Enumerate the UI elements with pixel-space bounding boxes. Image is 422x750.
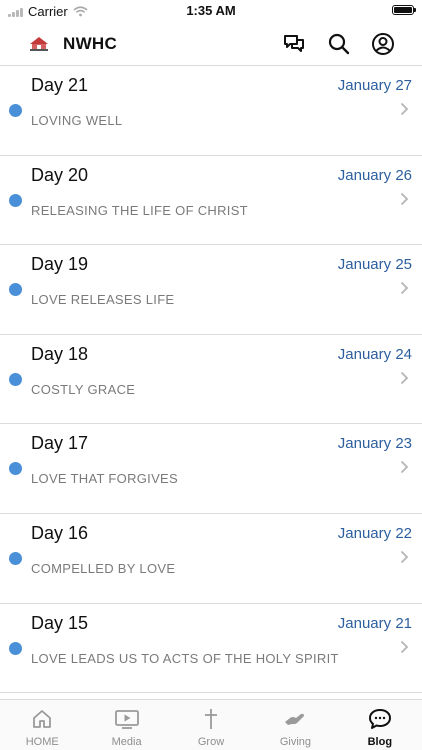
tab-bar: HOME Media Grow Giving Blog bbox=[0, 699, 422, 750]
unread-dot bbox=[9, 551, 22, 565]
day-subtitle: COMPELLED BY LOVE bbox=[31, 560, 176, 576]
day-title: Day 16 bbox=[31, 522, 89, 543]
messages-icon[interactable] bbox=[282, 32, 306, 56]
app-title: NWHC bbox=[63, 34, 118, 53]
battery-icon bbox=[392, 5, 416, 15]
tab-label: Giving bbox=[279, 736, 312, 748]
unread-dot bbox=[9, 104, 22, 117]
tab-giving[interactable]: Giving bbox=[253, 700, 337, 750]
chevron-right-icon bbox=[400, 102, 409, 116]
day-title: Day 21 bbox=[31, 75, 89, 95]
day-date: January 21 bbox=[337, 614, 412, 632]
chevron-right-icon bbox=[400, 192, 409, 205]
day-subtitle: LOVE LEADS US TO ACTS OF THE HOLY SPIRIT bbox=[31, 650, 339, 666]
church-logo-icon bbox=[30, 37, 48, 51]
tab-grow[interactable]: Grow bbox=[169, 700, 253, 750]
list-item[interactable]: Day 18 January 24 COSTLY GRACE bbox=[0, 335, 422, 425]
media-icon bbox=[114, 710, 139, 729]
day-subtitle: RELEASING THE LIFE OF CHRIST bbox=[31, 202, 248, 218]
day-title: Day 17 bbox=[31, 433, 89, 454]
tab-label: HOME bbox=[25, 736, 59, 748]
chevron-right-icon bbox=[400, 461, 409, 474]
profile-icon[interactable] bbox=[371, 32, 395, 56]
chevron-right-icon bbox=[400, 371, 409, 384]
tab-label: Grow bbox=[197, 736, 225, 748]
unread-dot bbox=[9, 462, 22, 476]
cross-icon bbox=[205, 709, 218, 729]
day-title: Day 20 bbox=[31, 164, 89, 185]
day-date: January 23 bbox=[337, 435, 412, 453]
day-title: Day 15 bbox=[31, 612, 89, 633]
day-date: January 27 bbox=[337, 77, 412, 94]
day-date: January 26 bbox=[337, 166, 412, 184]
day-title: Day 19 bbox=[31, 254, 89, 275]
day-subtitle: LOVING WELL bbox=[31, 113, 123, 128]
status-time: 1:35 AM bbox=[186, 3, 236, 18]
unread-dot bbox=[9, 372, 22, 386]
tab-blog[interactable]: Blog bbox=[338, 700, 422, 750]
tab-media[interactable]: Media bbox=[84, 700, 168, 750]
search-icon[interactable] bbox=[327, 32, 351, 56]
tab-label: Media bbox=[111, 736, 142, 748]
blog-list: Day 21 January 27 LOVING WELL Day 20 Jan… bbox=[0, 66, 422, 699]
unread-dot bbox=[9, 641, 22, 655]
list-item[interactable]: Day 21 January 27 LOVING WELL bbox=[0, 66, 422, 156]
tab-home[interactable]: HOME bbox=[0, 700, 84, 750]
status-bar: Carrier 1:35 AM bbox=[0, 0, 422, 22]
day-title: Day 18 bbox=[31, 343, 89, 364]
chevron-right-icon bbox=[400, 282, 409, 295]
day-date: January 24 bbox=[337, 345, 412, 363]
day-subtitle: LOVE THAT FORGIVES bbox=[31, 471, 178, 487]
home-icon bbox=[33, 710, 52, 728]
day-date: January 25 bbox=[337, 256, 412, 274]
unread-dot bbox=[9, 193, 22, 207]
day-subtitle: COSTLY GRACE bbox=[31, 381, 136, 397]
giving-hand-icon bbox=[285, 713, 305, 725]
unread-dot bbox=[9, 283, 22, 297]
chat-bubble-icon bbox=[368, 709, 391, 729]
tab-label: Blog bbox=[367, 736, 393, 748]
list-item[interactable]: Day 17 January 23 LOVE THAT FORGIVES bbox=[0, 424, 422, 514]
app-header: NWHC bbox=[0, 22, 422, 66]
day-date: January 22 bbox=[337, 524, 412, 542]
list-item[interactable]: Day 16 January 22 COMPELLED BY LOVE bbox=[0, 514, 422, 604]
chevron-right-icon bbox=[400, 640, 409, 653]
list-item[interactable]: Day 20 January 26 RELEASING THE LIFE OF … bbox=[0, 156, 422, 246]
list-item[interactable]: Day 19 January 25 LOVE RELEASES LIFE bbox=[0, 245, 422, 335]
day-subtitle: LOVE RELEASES LIFE bbox=[31, 292, 175, 308]
chevron-right-icon bbox=[400, 550, 409, 564]
list-item[interactable]: Day 15 January 21 LOVE LEADS US TO ACTS … bbox=[0, 604, 422, 694]
